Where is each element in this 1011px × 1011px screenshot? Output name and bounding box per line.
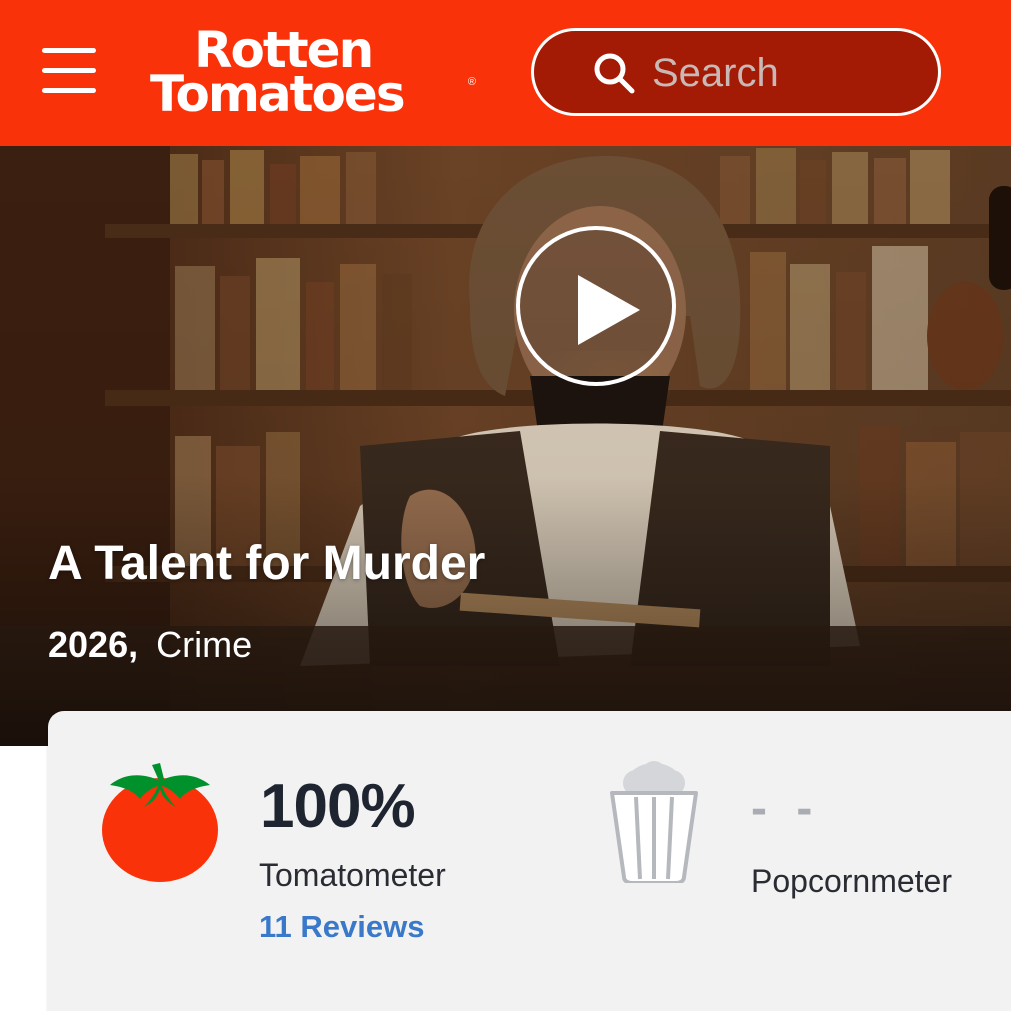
- tomatometer-label: Tomatometer: [259, 857, 446, 893]
- hero-trailer[interactable]: A Talent for Murder 2026, Crime: [0, 146, 1011, 746]
- tomato-icon: [102, 763, 218, 882]
- tomatometer-score: 100%: [260, 772, 416, 841]
- search-input[interactable]: [652, 45, 912, 101]
- play-trailer-button[interactable]: [516, 226, 676, 386]
- popcornmeter-label: Popcornmeter: [751, 863, 952, 899]
- genre: Crime: [156, 624, 253, 665]
- side-panel-tab[interactable]: [989, 186, 1011, 290]
- menu-icon[interactable]: [42, 48, 96, 94]
- movie-meta: 2026, Crime: [48, 624, 252, 666]
- score-card: 100% Tomatometer 11 Reviews - - Popcornm…: [48, 711, 1011, 1011]
- play-icon: [578, 275, 640, 345]
- rotten-tomatoes-logo[interactable]: Rotten Tomatoes ®: [150, 22, 480, 122]
- reviews-link[interactable]: 11 Reviews: [259, 909, 424, 945]
- search-bar[interactable]: [531, 28, 941, 116]
- page: Rotten Tomatoes ® Search A Talent for Mu…: [0, 0, 1011, 1011]
- release-year: 2026,: [48, 624, 139, 665]
- top-nav-bar: Rotten Tomatoes ®: [0, 0, 1011, 146]
- search-icon[interactable]: [592, 51, 636, 95]
- logo-line-2: Tomatoes: [150, 65, 406, 123]
- logo-registered-mark: ®: [467, 76, 476, 88]
- popcornmeter-score: - -: [751, 782, 821, 835]
- movie-title: A Talent for Murder: [48, 537, 486, 590]
- popcorn-bucket-icon: [610, 761, 698, 883]
